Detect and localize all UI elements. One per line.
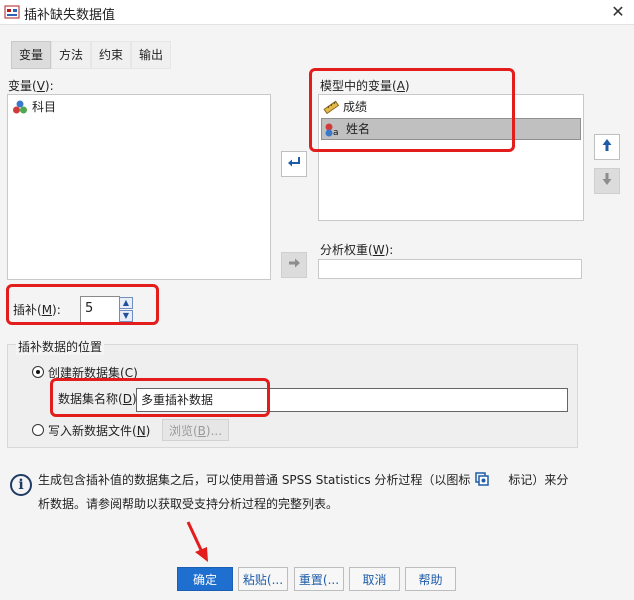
window-title: 插补缺失数据值	[24, 8, 116, 23]
annotation-arrow	[184, 520, 214, 564]
app-icon	[4, 4, 20, 20]
cancel-button[interactable]: 取消	[349, 567, 400, 591]
move-down-button[interactable]	[594, 168, 620, 194]
paste-button[interactable]: 粘贴(...	[238, 567, 288, 591]
move-up-button[interactable]	[594, 134, 620, 160]
arrow-down-icon	[600, 171, 614, 190]
location-group-title: 插补数据的位置	[16, 338, 105, 355]
variables-label: 变量(V):	[8, 79, 54, 93]
info-icon: i	[10, 474, 32, 496]
list-item[interactable]: 科目	[8, 97, 270, 117]
create-new-dataset-radio[interactable]	[32, 366, 44, 378]
move-left-arrow-button[interactable]	[281, 151, 307, 177]
return-arrow-icon	[287, 154, 301, 173]
write-new-file-radio[interactable]	[32, 424, 44, 436]
reset-button[interactable]: 重置(...	[294, 567, 344, 591]
analysis-weight-label: 分析权重(W):	[320, 243, 394, 257]
annotation-highlight-box	[50, 378, 270, 417]
tab-constraints[interactable]: 约束	[91, 41, 131, 69]
arrow-right-icon	[287, 255, 301, 274]
tab-variables[interactable]: 变量	[11, 41, 51, 69]
tab-output[interactable]: 输出	[131, 41, 171, 69]
help-button[interactable]: 帮助	[405, 567, 456, 591]
tab-method[interactable]: 方法	[51, 41, 91, 69]
ok-button[interactable]: 确定	[177, 567, 233, 591]
write-new-file-label[interactable]: 写入新数据文件(N)	[48, 422, 150, 439]
analysis-weight-field[interactable]	[318, 259, 582, 279]
nominal-variable-icon	[12, 99, 28, 115]
browse-button[interactable]: 浏览(B)...	[162, 419, 229, 441]
close-button[interactable]: ✕	[606, 1, 630, 23]
move-weight-arrow-button[interactable]	[281, 252, 307, 278]
info-text: 生成包含插补值的数据集之后，可以使用普通 SPSS Statistics 分析过…	[38, 471, 569, 511]
arrow-up-icon	[600, 137, 614, 156]
annotation-highlight-box	[6, 284, 159, 325]
imputation-marker-icon	[470, 471, 508, 494]
variable-name: 科目	[32, 100, 57, 114]
variables-listbox[interactable]: 科目	[7, 94, 271, 280]
annotation-highlight-box	[309, 68, 515, 152]
